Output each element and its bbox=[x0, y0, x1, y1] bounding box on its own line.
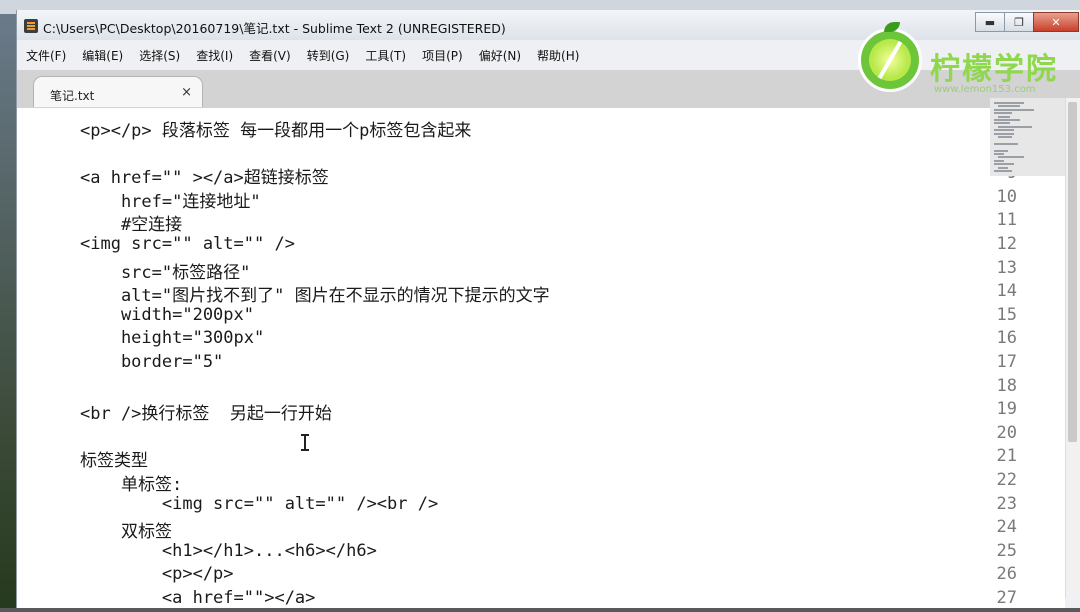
line-text: <a href="" ></a>超链接标签 bbox=[80, 168, 329, 189]
code-line: 22 单标签: bbox=[17, 470, 1017, 495]
line-text: 标签类型 bbox=[80, 451, 148, 472]
line-text: width="200px" bbox=[80, 304, 254, 325]
minimap-line bbox=[994, 112, 1012, 115]
line-number: 21 bbox=[996, 446, 1017, 467]
line-number: 15 bbox=[996, 304, 1017, 325]
code-line: 25 <h1></h1>...<h6></h6> bbox=[17, 541, 1017, 565]
line-number: 14 bbox=[996, 281, 1017, 302]
desktop-edge bbox=[0, 14, 16, 608]
minimap-line bbox=[994, 142, 1018, 145]
line-text: src="标签路径" bbox=[80, 262, 251, 283]
scrollbar-thumb[interactable] bbox=[1068, 102, 1077, 442]
minimap-line bbox=[998, 125, 1032, 128]
minimap-line bbox=[994, 119, 1020, 121]
code-line: 17 border="5" bbox=[17, 352, 1017, 376]
minimap-line bbox=[994, 159, 1004, 162]
ibeam-cursor-icon bbox=[301, 434, 309, 452]
minimap-line bbox=[994, 163, 1014, 166]
line-number: 20 bbox=[996, 422, 1017, 443]
code-line: 10 href="连接地址" bbox=[17, 186, 1017, 212]
line-text: #空连接 bbox=[80, 215, 183, 236]
code-line: 8 bbox=[17, 140, 1017, 164]
menu-file[interactable]: 文件(F) bbox=[17, 47, 73, 64]
code-line: 23 <img src="" alt="" /><br /> bbox=[17, 494, 1017, 518]
minimap[interactable] bbox=[990, 98, 1072, 176]
window-title: C:\Users\PC\Desktop\20160719\笔记.txt - Su… bbox=[43, 21, 506, 36]
line-number: 12 bbox=[996, 234, 1017, 254]
line-number: 13 bbox=[996, 257, 1017, 278]
line-text: border="5" bbox=[80, 352, 224, 372]
line-text: 单标签: bbox=[80, 475, 183, 495]
line-number: 22 bbox=[996, 470, 1017, 490]
line-number: 11 bbox=[996, 210, 1017, 231]
line-number: 18 bbox=[996, 375, 1017, 396]
sublime-app-icon bbox=[24, 19, 38, 33]
code-line: 19 <br />换行标签 另起一行开始 bbox=[17, 399, 1017, 425]
line-text: <p></p> bbox=[80, 564, 234, 585]
line-number: 10 bbox=[996, 186, 1017, 207]
minimap-line bbox=[998, 156, 1024, 159]
minimap-line bbox=[994, 153, 1004, 155]
code-line: 11 #空连接 bbox=[17, 210, 1017, 236]
code-line: 27 <a href=""></a> bbox=[17, 588, 1017, 612]
minimap-line bbox=[994, 129, 1014, 132]
minimap-line bbox=[998, 136, 1012, 138]
watermark-logo: 柠檬学院 www.lemon153.com bbox=[858, 22, 1080, 108]
code-line: 20 bbox=[17, 423, 1017, 447]
line-text: <p></p> 段落标签 每一段都用一个p标签包含起来 bbox=[80, 121, 472, 141]
line-text: href="连接地址" bbox=[80, 191, 261, 212]
minimap-line bbox=[998, 115, 1010, 118]
menu-find[interactable]: 查找(I) bbox=[187, 47, 240, 64]
menu-tools[interactable]: 工具(T) bbox=[356, 47, 413, 64]
line-text: <br />换行标签 另起一行开始 bbox=[80, 404, 332, 425]
tab-close-icon[interactable]: × bbox=[181, 85, 192, 100]
line-text: height="300px" bbox=[80, 328, 265, 349]
line-number: 23 bbox=[996, 493, 1017, 514]
minimap-line bbox=[994, 122, 1010, 125]
menu-project[interactable]: 项目(P) bbox=[413, 47, 470, 64]
code-line: 7<p></p> 段落标签 每一段都用一个p标签包含起来 bbox=[17, 116, 1017, 141]
line-number: 19 bbox=[996, 399, 1017, 420]
watermark-brand: 柠檬学院 bbox=[930, 52, 1058, 87]
vertical-scrollbar[interactable] bbox=[1065, 98, 1080, 598]
code-line: 18 bbox=[17, 376, 1017, 400]
menu-help[interactable]: 帮助(H) bbox=[528, 47, 586, 64]
minimap-line bbox=[994, 132, 1014, 135]
editor-text-area[interactable]: 7<p></p> 段落标签 每一段都用一个p标签包含起来89<a href=""… bbox=[17, 108, 1065, 608]
line-text: alt="图片找不到了" 图片在不显示的情况下提示的文字 bbox=[80, 286, 550, 307]
line-number: 17 bbox=[996, 352, 1017, 372]
minimap-line bbox=[994, 108, 1034, 111]
line-number: 27 bbox=[996, 588, 1017, 608]
code-line: 9<a href="" ></a>超链接标签 bbox=[17, 163, 1017, 189]
code-line: 16 height="300px" bbox=[17, 328, 1017, 352]
menu-preferences[interactable]: 偏好(N) bbox=[470, 47, 528, 64]
line-number: 26 bbox=[996, 564, 1017, 585]
line-text: <a href=""></a> bbox=[80, 588, 316, 608]
tab-notes-txt[interactable]: 笔记.txt × bbox=[33, 76, 203, 107]
menu-view[interactable]: 查看(V) bbox=[240, 47, 298, 64]
menu-goto[interactable]: 转到(G) bbox=[298, 47, 357, 64]
code-line: 21 标签类型 bbox=[17, 446, 1017, 472]
watermark-url: www.lemon153.com bbox=[934, 84, 1036, 95]
minimap-line bbox=[998, 166, 1008, 169]
code-line: 24 双标签 bbox=[17, 517, 1017, 543]
line-text: <h1></h1>...<h6></h6> bbox=[80, 540, 377, 561]
line-text: 双标签 bbox=[80, 522, 172, 543]
line-text: <img src="" alt="" /><br /> bbox=[80, 493, 439, 514]
line-number: 16 bbox=[996, 328, 1017, 349]
code-line: 26 <p></p> bbox=[17, 564, 1017, 588]
tab-label: 笔记.txt bbox=[50, 89, 95, 103]
menu-selection[interactable]: 选择(S) bbox=[130, 47, 187, 64]
lemon-logo-icon bbox=[858, 28, 922, 92]
line-text: <img src="" alt="" /> bbox=[80, 234, 295, 254]
code-line: 12 <img src="" alt="" /> bbox=[17, 234, 1017, 258]
line-number: 25 bbox=[996, 540, 1017, 561]
minimap-line bbox=[994, 170, 1012, 172]
menu-edit[interactable]: 编辑(E) bbox=[73, 47, 130, 64]
code-line: 15 width="200px" bbox=[17, 305, 1017, 329]
minimap-line bbox=[994, 149, 1008, 152]
code-line: 14 alt="图片找不到了" 图片在不显示的情况下提示的文字 bbox=[17, 281, 1017, 307]
code-line: 13 src="标签路径" bbox=[17, 257, 1017, 283]
line-number: 24 bbox=[996, 517, 1017, 538]
